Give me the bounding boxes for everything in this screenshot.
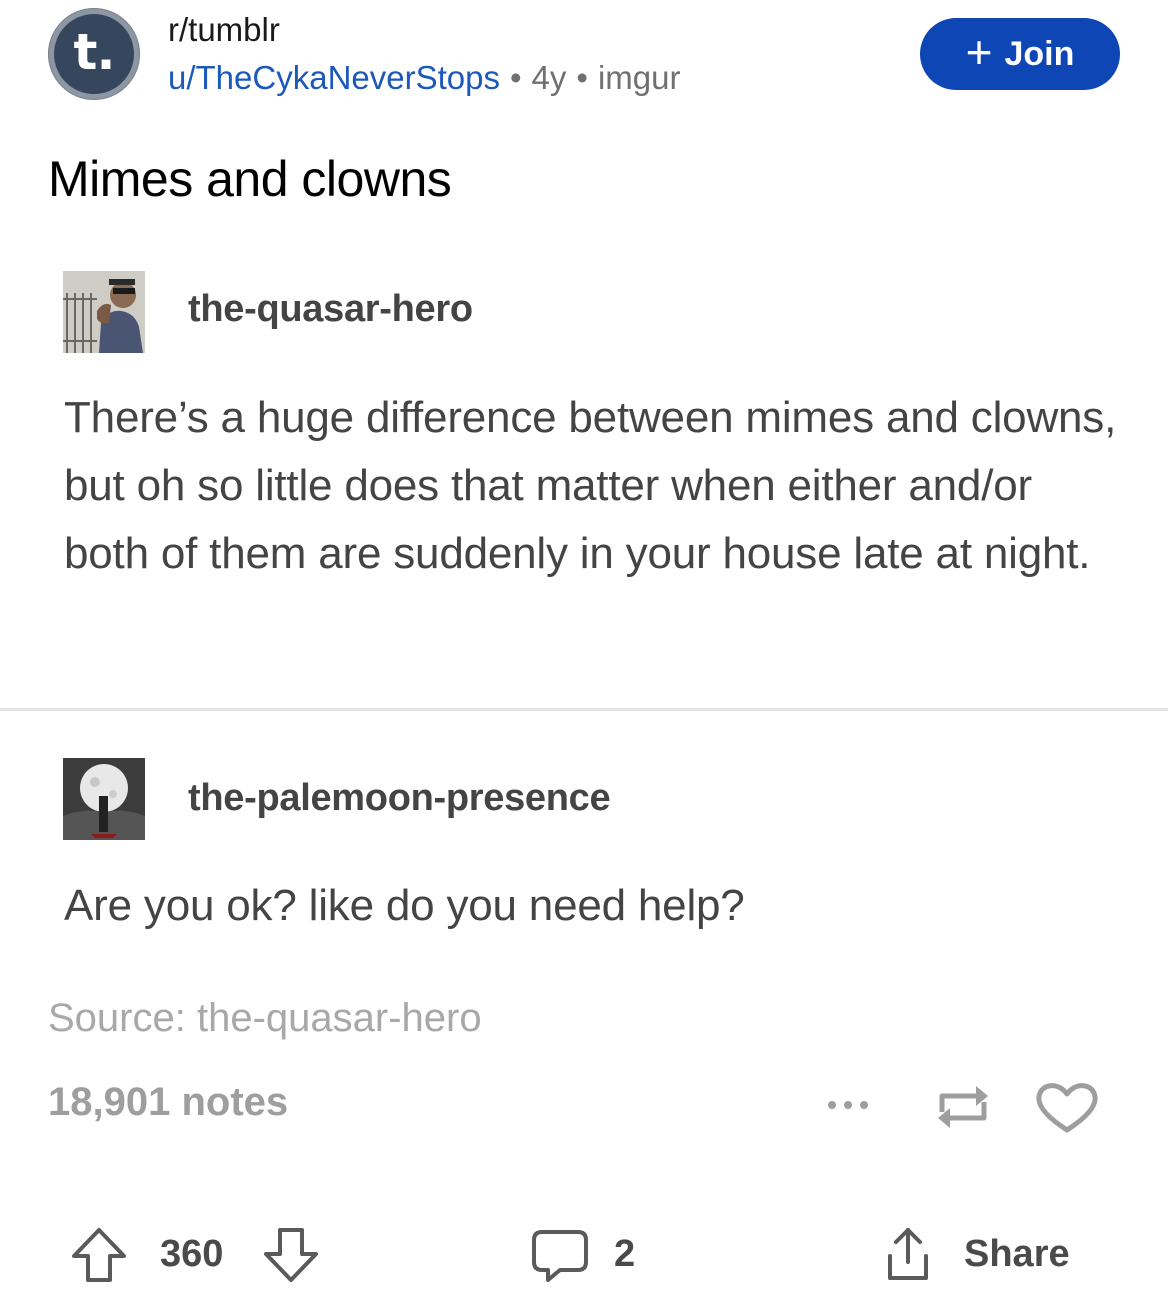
join-label: Join: [1004, 34, 1075, 73]
reblog-icon: [938, 1086, 988, 1128]
share-button[interactable]: Share: [872, 1222, 1082, 1286]
more-icon: [828, 1101, 868, 1109]
post-title[interactable]: Mimes and clowns: [48, 148, 452, 210]
comments-button[interactable]: 2: [528, 1222, 658, 1286]
upvote-icon[interactable]: [70, 1226, 128, 1284]
meta-separator: •: [576, 59, 588, 96]
blog-name: the-quasar-hero: [188, 288, 473, 330]
vote-count: 360: [160, 1233, 224, 1275]
comment-count: 2: [614, 1233, 636, 1275]
vote-controls: 360: [62, 1222, 332, 1286]
heart-icon: [1036, 1083, 1098, 1133]
join-button[interactable]: + Join: [920, 18, 1120, 90]
tumblr-logo-icon: t.: [54, 14, 134, 94]
blog-avatar: [63, 271, 145, 353]
post-body-text: There’s a huge difference between mimes …: [64, 393, 1117, 578]
source-domain[interactable]: imgur: [598, 59, 681, 96]
plus-icon: +: [965, 26, 993, 78]
author-link[interactable]: u/TheCykaNeverStops: [168, 59, 500, 96]
post-meta: u/TheCykaNeverStops • 4y • imgur: [168, 58, 681, 98]
moon-photo-icon: [63, 758, 145, 840]
blog-avatar: [63, 758, 145, 840]
comment-icon: [532, 1230, 588, 1282]
person-photo-icon: [63, 271, 145, 353]
subreddit-name[interactable]: r/tumblr: [168, 10, 280, 50]
subreddit-avatar[interactable]: t.: [48, 8, 140, 100]
post-header: t. r/tumblr u/TheCykaNeverStops • 4y • imgur…: [0, 0, 1168, 120]
share-icon: [888, 1228, 928, 1280]
share-label: Share: [964, 1233, 1070, 1275]
meta-separator: •: [509, 59, 522, 96]
source-attribution: Source: the-quasar-hero: [48, 996, 482, 1040]
post-age: 4y: [531, 59, 567, 96]
notes-count: 18,901 notes: [48, 1080, 289, 1124]
post-body-text: Are you ok? like do you need help?: [64, 881, 745, 930]
downvote-icon[interactable]: [262, 1226, 320, 1284]
blog-name: the-palemoon-presence: [188, 777, 611, 819]
divider: [0, 708, 1168, 711]
